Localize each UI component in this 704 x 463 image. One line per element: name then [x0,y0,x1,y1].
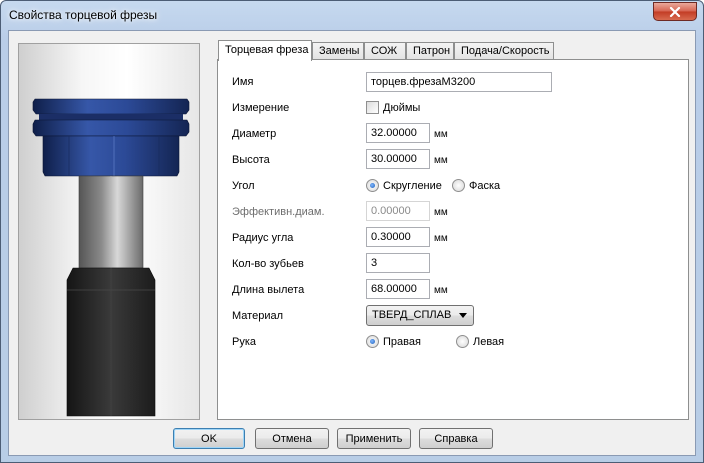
material-label: Материал [232,310,283,322]
hand-left-radio[interactable] [456,335,469,348]
tab-panel-end-mill: Имя торцев.фрезаМ3200 Измерение Дюймы Ди… [217,59,689,420]
eff-diam-label: Эффективн.диам. [232,206,325,218]
hand-right-label[interactable]: Правая [383,336,421,348]
angle-chamfer-label[interactable]: Фаска [469,180,500,192]
measure-label: Измерение [232,102,290,114]
overhang-unit: мм [434,285,448,296]
inches-checkbox-label[interactable]: Дюймы [383,102,420,114]
angle-round-label[interactable]: Скругление [383,180,442,192]
tab-feed-speed[interactable]: Подача/Скорость [454,42,554,60]
material-select[interactable]: ТВЕРД_СПЛАВ [366,305,474,326]
name-label: Имя [232,76,254,88]
close-button[interactable] [653,2,697,21]
ok-button[interactable]: OK [173,428,245,449]
diameter-label: Диаметр [232,128,277,140]
tool-preview [18,43,200,420]
eff-diam-input: 0.00000 [366,201,430,221]
teeth-label: Кол-во зубьев [232,258,304,270]
height-unit: мм [434,155,448,166]
name-input[interactable]: торцев.фрезаМ3200 [366,72,552,92]
title-bar[interactable]: Свойства торцевой фрезы [1,1,703,29]
apply-button[interactable]: Применить [337,428,411,449]
corner-radius-input[interactable]: 0.30000 [366,227,430,247]
angle-chamfer-radio[interactable] [452,179,465,192]
dialog-window: Свойства торцевой фрезы Торцевая фреза З… [0,0,704,463]
cancel-button[interactable]: Отмена [255,428,329,449]
corner-radius-unit: мм [434,233,448,244]
height-label: Высота [232,154,270,166]
tab-holder[interactable]: Патрон [406,42,454,60]
chevron-down-icon [459,313,467,318]
tab-end-mill[interactable]: Торцевая фреза [218,40,312,61]
end-mill-drawing [32,98,190,417]
hand-left-label[interactable]: Левая [473,336,504,348]
eff-diam-unit: мм [434,207,448,218]
diameter-unit: мм [434,129,448,140]
corner-radius-label: Радиус угла [232,232,294,244]
overhang-input[interactable]: 68.00000 [366,279,430,299]
angle-round-radio[interactable] [366,179,379,192]
help-button[interactable]: Справка [419,428,493,449]
overhang-label: Длина вылета [232,284,305,296]
dialog-client-area: Торцевая фреза Замены СОЖ Патрон Подача/… [8,30,696,456]
inches-checkbox[interactable] [366,101,379,114]
diameter-input[interactable]: 32.00000 [366,123,430,143]
hand-label: Рука [232,336,257,348]
window-title: Свойства торцевой фрезы [9,8,158,22]
material-select-value: ТВЕРД_СПЛАВ [372,309,452,321]
height-input[interactable]: 30.00000 [366,149,430,169]
tab-coolant[interactable]: СОЖ [364,42,406,60]
close-icon [669,6,681,17]
angle-label: Угол [232,180,255,192]
teeth-input[interactable]: 3 [366,253,430,273]
tab-replacements[interactable]: Замены [312,42,364,60]
hand-right-radio[interactable] [366,335,379,348]
